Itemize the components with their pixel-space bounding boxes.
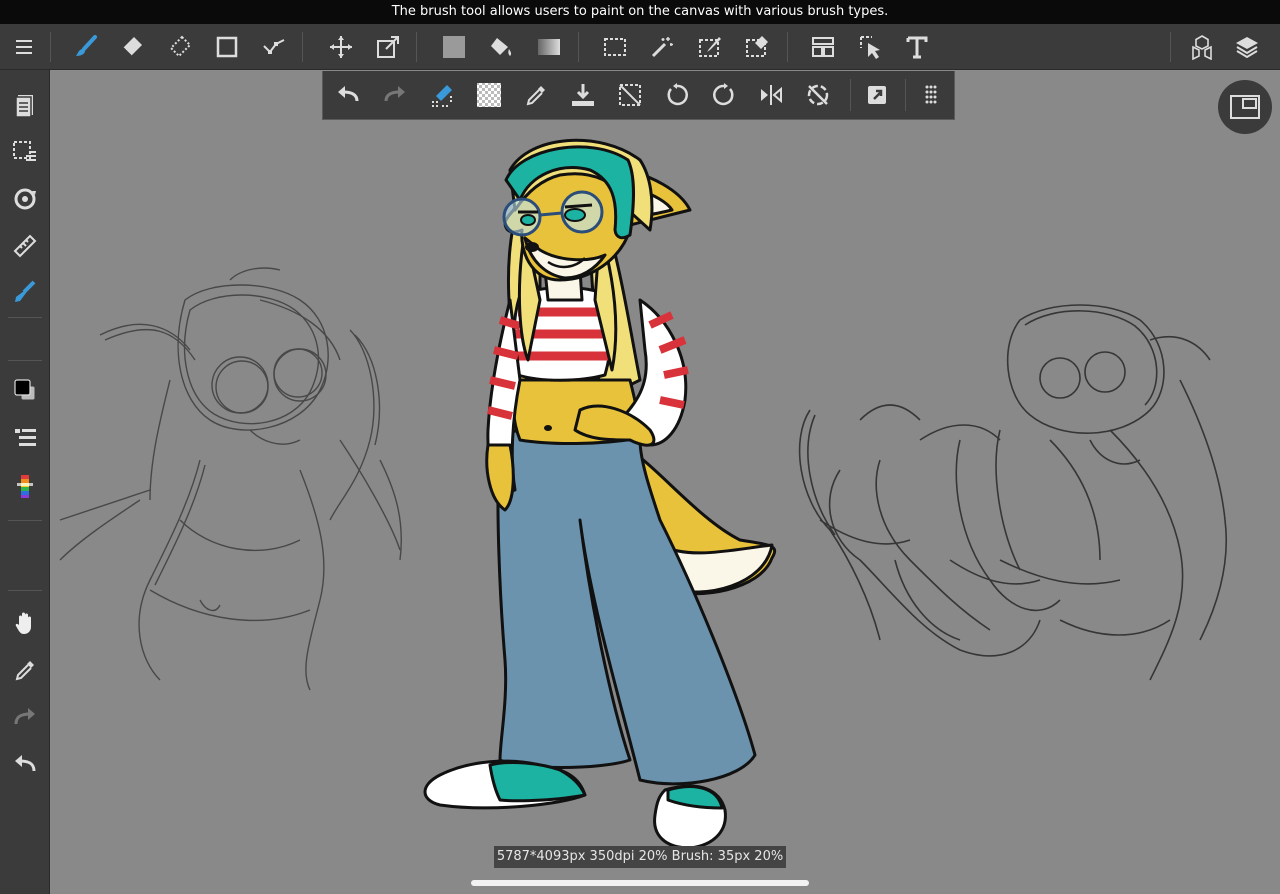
eyedropper-icon[interactable] bbox=[514, 71, 558, 119]
select-pen-icon[interactable] bbox=[690, 24, 730, 70]
bucket-icon[interactable] bbox=[481, 24, 521, 70]
vector-icon[interactable] bbox=[254, 24, 294, 70]
sidebar-divider bbox=[8, 520, 42, 521]
toolbar-divider bbox=[416, 32, 417, 62]
layers-icon[interactable] bbox=[1227, 24, 1267, 70]
sidebar-divider bbox=[8, 590, 42, 591]
redo-icon[interactable] bbox=[0, 695, 50, 739]
status-bar: 5787*4093px 350dpi 20% Brush: 35px 20% bbox=[494, 846, 786, 868]
sidebar-divider bbox=[8, 317, 42, 318]
move-icon[interactable] bbox=[321, 24, 361, 70]
brush-icon[interactable] bbox=[66, 24, 106, 70]
selection-layer-icon[interactable] bbox=[0, 130, 50, 174]
magic-wand-icon[interactable] bbox=[642, 24, 682, 70]
redo-icon[interactable] bbox=[373, 71, 417, 119]
toolbar-divider bbox=[302, 32, 303, 62]
export-icon[interactable] bbox=[855, 71, 899, 119]
reset-rotation-icon[interactable] bbox=[796, 71, 840, 119]
sidebar-divider bbox=[8, 360, 42, 361]
fill-color-icon[interactable] bbox=[434, 24, 474, 70]
floatbar-divider bbox=[850, 79, 851, 111]
artwork bbox=[59, 138, 1228, 850]
brush-list-icon[interactable] bbox=[0, 416, 50, 460]
deselect-icon[interactable] bbox=[608, 71, 652, 119]
rotate-left-icon[interactable] bbox=[655, 71, 699, 119]
floatbar-divider bbox=[905, 79, 906, 111]
color-picker-icon[interactable] bbox=[0, 464, 50, 508]
transparent-icon[interactable] bbox=[467, 71, 511, 119]
eraser-icon[interactable] bbox=[112, 24, 152, 70]
app-window: The brush tool allows users to paint on … bbox=[0, 0, 1280, 894]
rotate-right-icon[interactable] bbox=[702, 71, 746, 119]
frame-icon[interactable] bbox=[803, 24, 843, 70]
undo-icon[interactable] bbox=[0, 742, 50, 786]
navigator-button[interactable] bbox=[1218, 80, 1272, 134]
undo-icon[interactable] bbox=[326, 71, 370, 119]
ruler-icon[interactable] bbox=[0, 224, 50, 268]
toolbar-divider bbox=[50, 32, 51, 62]
hand-icon[interactable] bbox=[0, 601, 50, 645]
snap-icon[interactable] bbox=[0, 177, 50, 221]
operation-icon[interactable] bbox=[851, 24, 891, 70]
home-indicator[interactable] bbox=[471, 880, 809, 886]
right-sketch bbox=[798, 304, 1228, 681]
3d-material-icon[interactable] bbox=[1182, 24, 1222, 70]
select-eraser-icon[interactable] bbox=[737, 24, 777, 70]
menu-icon[interactable] bbox=[4, 24, 44, 70]
toolbar-divider bbox=[787, 32, 788, 62]
toolbar-divider bbox=[1170, 32, 1171, 62]
save-icon[interactable] bbox=[561, 71, 605, 119]
gradient-icon[interactable] bbox=[529, 24, 569, 70]
pen-icon[interactable] bbox=[0, 270, 50, 314]
pages-icon[interactable] bbox=[0, 83, 50, 127]
select-rect-icon[interactable] bbox=[595, 24, 635, 70]
caption-bar: The brush tool allows users to paint on … bbox=[0, 0, 1280, 24]
ruler-snap-icon[interactable] bbox=[420, 71, 464, 119]
eyedropper-icon[interactable] bbox=[0, 648, 50, 692]
navigator-icon bbox=[1230, 95, 1260, 119]
color-swatch-icon[interactable] bbox=[0, 368, 50, 412]
left-sketch bbox=[59, 267, 402, 691]
transform-icon[interactable] bbox=[368, 24, 408, 70]
left-sidebar bbox=[0, 70, 50, 894]
flip-icon[interactable] bbox=[749, 71, 793, 119]
blur-icon[interactable] bbox=[160, 24, 200, 70]
rectangle-icon[interactable] bbox=[207, 24, 247, 70]
top-toolbar bbox=[0, 24, 1280, 70]
quick-access-bar bbox=[322, 71, 955, 120]
drawing-canvas[interactable] bbox=[51, 71, 1280, 894]
toolbar-divider bbox=[578, 32, 579, 62]
character bbox=[423, 138, 777, 850]
text-icon[interactable] bbox=[897, 24, 937, 70]
grid-handle-icon[interactable] bbox=[909, 71, 953, 119]
